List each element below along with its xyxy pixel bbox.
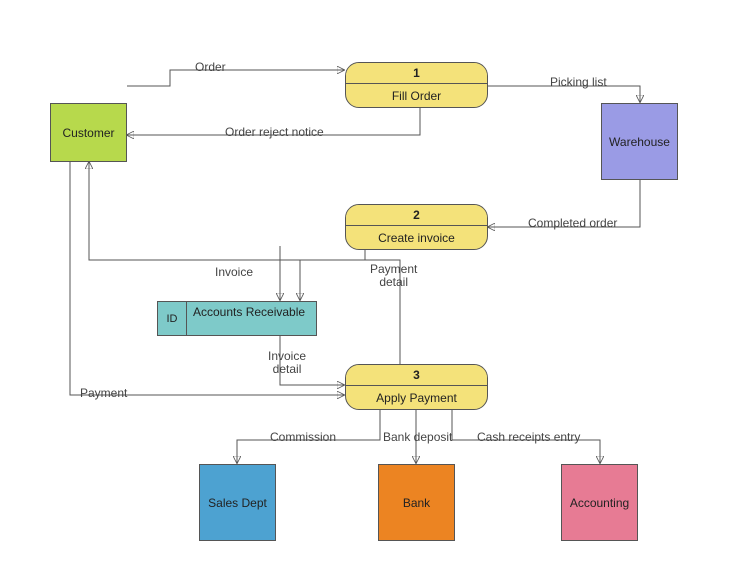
entity-label: Sales Dept (208, 496, 267, 510)
process-create-invoice: 2 Create invoice (345, 204, 488, 250)
flow-label-invoice: Invoice (215, 265, 253, 279)
process-apply-payment: 3 Apply Payment (345, 364, 488, 410)
flow-label-commission: Commission (270, 430, 336, 444)
flow-label-order-reject: Order reject notice (225, 125, 324, 139)
datastore-label: Accounts Receivable (187, 302, 316, 335)
flow-label-completed-order: Completed order (528, 216, 617, 230)
entity-sales-dept: Sales Dept (199, 464, 276, 541)
flow-label-payment-detail: Paymentdetail (370, 263, 417, 289)
flow-label-picking-list: Picking list (550, 75, 607, 89)
process-label: Create invoice (346, 226, 487, 249)
process-fill-order: 1 Fill Order (345, 62, 488, 108)
entity-label: Warehouse (609, 135, 670, 149)
entity-warehouse: Warehouse (601, 103, 678, 180)
flow-label-payment: Payment (80, 386, 127, 400)
entity-label: Customer (62, 126, 114, 140)
process-label: Fill Order (346, 84, 487, 107)
flow-label-invoice-detail: Invoicedetail (268, 350, 306, 376)
entity-label: Accounting (570, 496, 629, 510)
diagram-canvas: Customer Warehouse Sales Dept Bank Accou… (0, 0, 736, 580)
process-number: 2 (346, 205, 487, 226)
datastore-accounts-receivable: ID Accounts Receivable (157, 301, 317, 336)
flow-label-order: Order (195, 60, 226, 74)
flow-label-bank-deposit: Bank deposit (383, 430, 452, 444)
flow-label-cash-receipts: Cash receipts entry (477, 430, 580, 444)
datastore-id: ID (158, 302, 187, 335)
entity-label: Bank (403, 496, 430, 510)
process-label: Apply Payment (346, 386, 487, 409)
process-number: 3 (346, 365, 487, 386)
entity-accounting: Accounting (561, 464, 638, 541)
entity-bank: Bank (378, 464, 455, 541)
process-number: 1 (346, 63, 487, 84)
entity-customer: Customer (50, 103, 127, 162)
